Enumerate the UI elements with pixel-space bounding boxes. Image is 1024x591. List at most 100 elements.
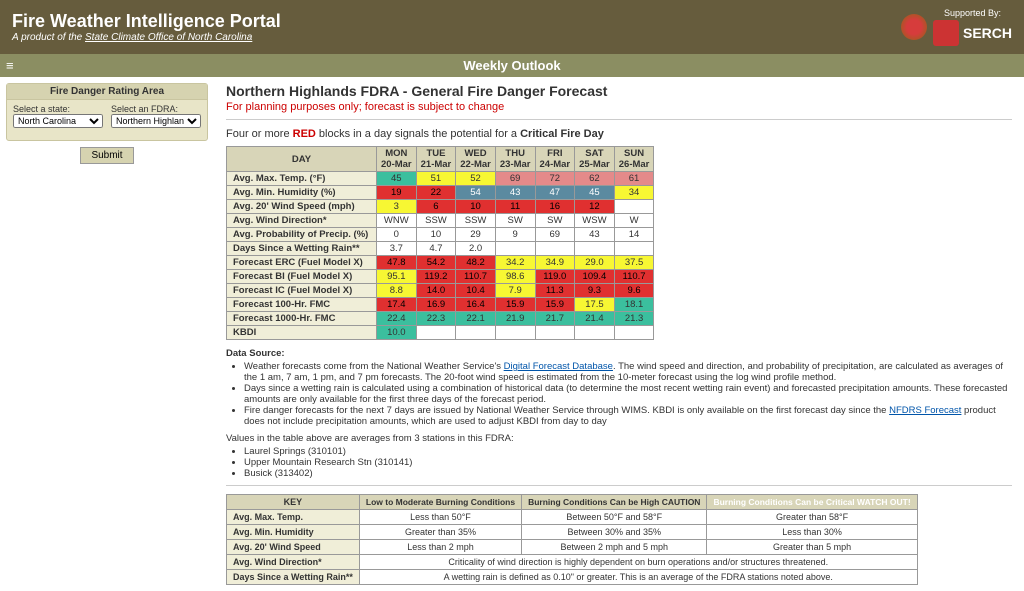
data-cell: 34.2 — [495, 256, 535, 270]
divider — [226, 119, 1012, 120]
key-cell: Greater than 58°F — [707, 510, 917, 525]
key-row: Avg. 20' Wind SpeedLess than 2 mphBetwee… — [227, 540, 918, 555]
data-cell: 3.7 — [377, 242, 417, 256]
submit-button[interactable]: Submit — [80, 147, 133, 164]
data-cell: 22 — [416, 186, 456, 200]
data-cell: 17.5 — [575, 298, 615, 312]
fdra-panel-title: Fire Danger Rating Area — [7, 84, 207, 100]
key-label: Avg. 20' Wind Speed — [227, 540, 360, 555]
table-row: Forecast IC (Fuel Model X)8.814.010.47.9… — [227, 284, 654, 298]
critical-note: Four or more RED blocks in a day signals… — [226, 128, 1012, 140]
data-cell: 10.4 — [456, 284, 496, 298]
table-row: Forecast BI (Fuel Model X)95.1119.2110.7… — [227, 270, 654, 284]
data-cell: 16.9 — [416, 298, 456, 312]
data-cell: 15.9 — [495, 298, 535, 312]
data-cell: 9.6 — [614, 284, 654, 298]
key-label: Avg. Max. Temp. — [227, 510, 360, 525]
key-cell: Less than 2 mph — [359, 540, 521, 555]
table-row: Forecast ERC (Fuel Model X)47.854.248.23… — [227, 256, 654, 270]
forecast-header: MON20-Mar — [377, 147, 417, 172]
row-label: Avg. Min. Humidity (%) — [227, 186, 377, 200]
table-row: Days Since a Wetting Rain**3.74.72.0 — [227, 242, 654, 256]
row-label: Days Since a Wetting Rain** — [227, 242, 377, 256]
row-label: Forecast IC (Fuel Model X) — [227, 284, 377, 298]
data-cell: 21.3 — [614, 312, 654, 326]
data-cell: 29 — [456, 228, 496, 242]
data-cell: 9.3 — [575, 284, 615, 298]
forecast-header: WED22-Mar — [456, 147, 496, 172]
key-cell: Less than 30% — [707, 525, 917, 540]
data-cell: 17.4 — [377, 298, 417, 312]
table-row: Avg. Min. Humidity (%)19225443474534 — [227, 186, 654, 200]
key-row: Days Since a Wetting Rain**A wetting rai… — [227, 570, 918, 585]
serch-logo: SERCH — [963, 25, 1012, 41]
fdra-select[interactable]: Northern Highlands — [111, 114, 201, 128]
row-label: Avg. Max. Temp. (°F) — [227, 172, 377, 186]
nrcs-logo-icon — [933, 20, 959, 46]
data-cell: 15.9 — [535, 298, 575, 312]
key-label: Avg. Min. Humidity — [227, 525, 360, 540]
data-cell: 98.6 — [495, 270, 535, 284]
key-label: Avg. Wind Direction* — [227, 555, 360, 570]
data-cell: 22.4 — [377, 312, 417, 326]
data-cell: SSW — [416, 214, 456, 228]
data-cell: SSW — [456, 214, 496, 228]
data-cell: 6 — [416, 200, 456, 214]
data-cell: 19 — [377, 186, 417, 200]
forecast-header: TUE21-Mar — [416, 147, 456, 172]
data-cell: 61 — [614, 172, 654, 186]
data-cell: 14.0 — [416, 284, 456, 298]
menu-icon[interactable]: ≡ — [6, 58, 14, 73]
state-label: Select a state: — [13, 104, 103, 114]
key-span: A wetting rain is defined as 0.10" or gr… — [359, 570, 917, 585]
data-cell: 3 — [377, 200, 417, 214]
data-cell: 29.0 — [575, 256, 615, 270]
table-row: Forecast 1000-Hr. FMC22.422.322.121.921.… — [227, 312, 654, 326]
data-cell: 9 — [495, 228, 535, 242]
data-cell: SW — [495, 214, 535, 228]
station-item: Busick (313402) — [244, 468, 1012, 479]
forecast-header: SUN26-Mar — [614, 147, 654, 172]
data-cell: 22.1 — [456, 312, 496, 326]
data-cell: 16 — [535, 200, 575, 214]
sco-link[interactable]: State Climate Office of North Carolina — [85, 32, 252, 43]
data-cell — [416, 326, 456, 340]
data-cell: 109.4 — [575, 270, 615, 284]
data-cell: WNW — [377, 214, 417, 228]
key-label: Days Since a Wetting Rain** — [227, 570, 360, 585]
station-item: Upper Mountain Research Stn (310141) — [244, 457, 1012, 468]
data-cell: 54 — [456, 186, 496, 200]
table-row: Avg. Wind Direction*WNWSSWSSWSWSWWSWW — [227, 214, 654, 228]
row-label: Forecast ERC (Fuel Model X) — [227, 256, 377, 270]
data-cell: 119.0 — [535, 270, 575, 284]
dfd-link[interactable]: Digital Forecast Database — [504, 361, 613, 372]
data-cell: 51 — [416, 172, 456, 186]
key-cell: Greater than 35% — [359, 525, 521, 540]
data-cell: 95.1 — [377, 270, 417, 284]
row-label: Forecast 1000-Hr. FMC — [227, 312, 377, 326]
data-cell: 72 — [535, 172, 575, 186]
data-cell — [614, 242, 654, 256]
data-cell — [495, 242, 535, 256]
table-row: Avg. 20' Wind Speed (mph)3610111612 — [227, 200, 654, 214]
row-label: Forecast BI (Fuel Model X) — [227, 270, 377, 284]
key-row: Avg. Max. Temp.Less than 50°FBetween 50°… — [227, 510, 918, 525]
data-cell: 16.4 — [456, 298, 496, 312]
state-select[interactable]: North Carolina — [13, 114, 103, 128]
section-title: Weekly Outlook — [463, 58, 560, 73]
data-cell — [575, 242, 615, 256]
data-cell: 45 — [575, 186, 615, 200]
nfdrs-link[interactable]: NFDRS Forecast — [889, 405, 961, 416]
key-table: KEY Low to Moderate Burning Conditions B… — [226, 494, 918, 585]
warning-text: For planning purposes only; forecast is … — [226, 101, 1012, 113]
data-cell: 11.3 — [535, 284, 575, 298]
data-cell: 54.2 — [416, 256, 456, 270]
data-cell: 34.9 — [535, 256, 575, 270]
forecast-table: DAYMON20-MarTUE21-MarWED22-MarTHU23-MarF… — [226, 146, 654, 340]
data-cell: SW — [535, 214, 575, 228]
table-row: Forecast 100-Hr. FMC17.416.916.415.915.9… — [227, 298, 654, 312]
forecast-header: DAY — [227, 147, 377, 172]
data-cell: 69 — [495, 172, 535, 186]
data-cell — [614, 200, 654, 214]
data-cell — [456, 326, 496, 340]
